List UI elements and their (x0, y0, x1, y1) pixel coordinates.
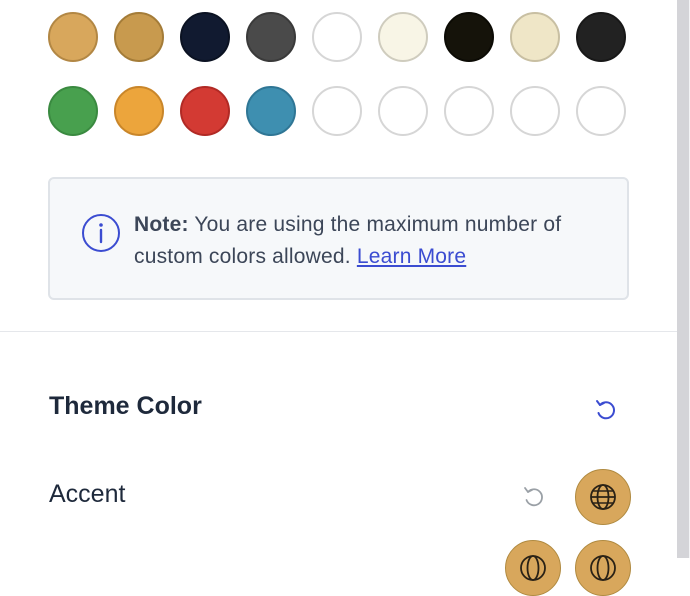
color-swatch[interactable] (180, 86, 230, 136)
color-swatch[interactable] (378, 12, 428, 62)
swatch-partial-2[interactable] (575, 540, 631, 596)
color-swatch[interactable] (48, 86, 98, 136)
color-swatch[interactable] (444, 12, 494, 62)
notice-message: You are using the maximum number of cust… (134, 213, 562, 268)
globe-icon (590, 484, 616, 510)
learn-more-link[interactable]: Learn More (357, 245, 466, 268)
color-swatch[interactable] (180, 12, 230, 62)
accent-color-swatch[interactable] (575, 469, 631, 525)
theme-color-title: Theme Color (49, 392, 202, 420)
color-swatch[interactable] (510, 12, 560, 62)
color-swatch[interactable] (312, 86, 362, 136)
swatch-partial-1[interactable] (505, 540, 561, 596)
color-swatch[interactable] (444, 86, 494, 136)
color-swatch[interactable] (378, 86, 428, 136)
notice-text: Note: You are using the maximum number o… (134, 209, 604, 273)
color-swatch[interactable] (48, 12, 98, 62)
accent-label: Accent (49, 480, 126, 508)
color-swatch[interactable] (576, 12, 626, 62)
accent-reset-icon[interactable] (520, 483, 548, 511)
notice-label: Note: (134, 213, 189, 236)
scrollbar-thumb[interactable] (677, 0, 689, 558)
color-swatch[interactable] (246, 12, 296, 62)
color-swatch[interactable] (114, 12, 164, 62)
section-divider (0, 331, 677, 332)
reset-icon[interactable] (592, 396, 620, 424)
color-swatch[interactable] (114, 86, 164, 136)
info-icon (82, 214, 120, 252)
color-swatch[interactable] (510, 86, 560, 136)
color-swatch[interactable] (312, 12, 362, 62)
max-colors-notice: Note: You are using the maximum number o… (48, 177, 629, 300)
color-swatch[interactable] (246, 86, 296, 136)
color-swatch[interactable] (576, 86, 626, 136)
